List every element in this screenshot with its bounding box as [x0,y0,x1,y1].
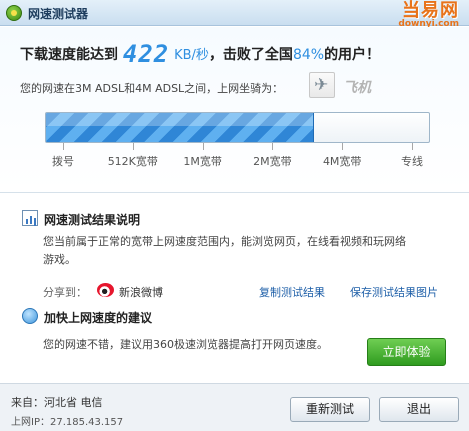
explain-text-line1: 您当前属于正常的宽带上网速度范围内，能浏览网页，在线看视频和玩网络 [43,235,406,248]
brand-watermark: 当易网 downyi.com [398,2,459,29]
isp-location: 来自：河北省 电信 [11,396,103,409]
headline-prefix: 下载速度能达到 [20,47,118,63]
scale-tick-label: 512K宽带 [107,155,158,168]
report-chart-icon [22,210,38,226]
scale-tick [412,143,413,150]
scale-tick [342,143,344,150]
headline-middle: ，击败了全国 [208,47,293,63]
try-now-button[interactable]: 立即体验 [367,338,446,366]
explain-text-line2: 游戏。 [43,253,76,266]
exit-button[interactable]: 退出 [379,397,459,422]
scale-tick-label: 2M宽带 [253,155,292,168]
ip-address: 上网IP：27.185.43.157 [11,417,124,428]
scale-tick [132,143,134,150]
speed-progress-bar [45,112,430,143]
share-label: 分享到： [43,286,87,299]
scale-tick [63,143,64,150]
speed-unit: KB/秒 [174,48,209,63]
scale-tick-label: 专线 [401,155,423,168]
ride-icon-box: ✈ [309,72,335,98]
scale-tick [272,143,274,150]
save-result-image-link[interactable]: 保存测试结果图片 [350,284,438,300]
retest-button[interactable]: 重新测试 [290,397,370,422]
airplane-icon: ✈ [314,75,329,95]
scale-tick [202,143,204,150]
app-logo-icon [6,5,22,21]
advice-title: 加快上网速度的建议 [44,311,153,325]
headline-suffix: 的用户！ [324,47,381,63]
speed-scale-ticks [45,143,430,151]
window-title: 网速测试器 [28,7,89,21]
ride-description: 您的网速在3M ADSL和4M ADSL之间，上网坐骑为： [20,82,284,95]
tip-bulb-icon [22,308,38,324]
speed-progress-fill [46,113,315,142]
explain-title: 网速测试结果说明 [44,213,141,227]
title-bar: 网速测试器 当易网 downyi.com [0,0,469,29]
scale-tick-label: 1M宽带 [183,155,222,168]
percentile-value: 84% [292,47,325,63]
scale-tick-label: 4M宽带 [322,155,362,168]
speed-headline: 下载速度能达到 422 KB/秒，击败了全国84%的用户！ [20,40,380,68]
advice-text: 您的网速不错，建议用360极速浏览器提高打开网页速度。 [43,338,328,351]
brand-name: 当易网 [402,0,459,21]
share-weibo-link[interactable]: 新浪微博 [119,284,163,300]
copy-result-link[interactable]: 复制测试结果 [259,284,325,300]
speed-value: 422 [122,40,170,68]
ride-name: 飞机 [343,80,371,96]
weibo-icon[interactable] [97,283,114,297]
scale-tick-label: 拨号 [52,155,74,168]
